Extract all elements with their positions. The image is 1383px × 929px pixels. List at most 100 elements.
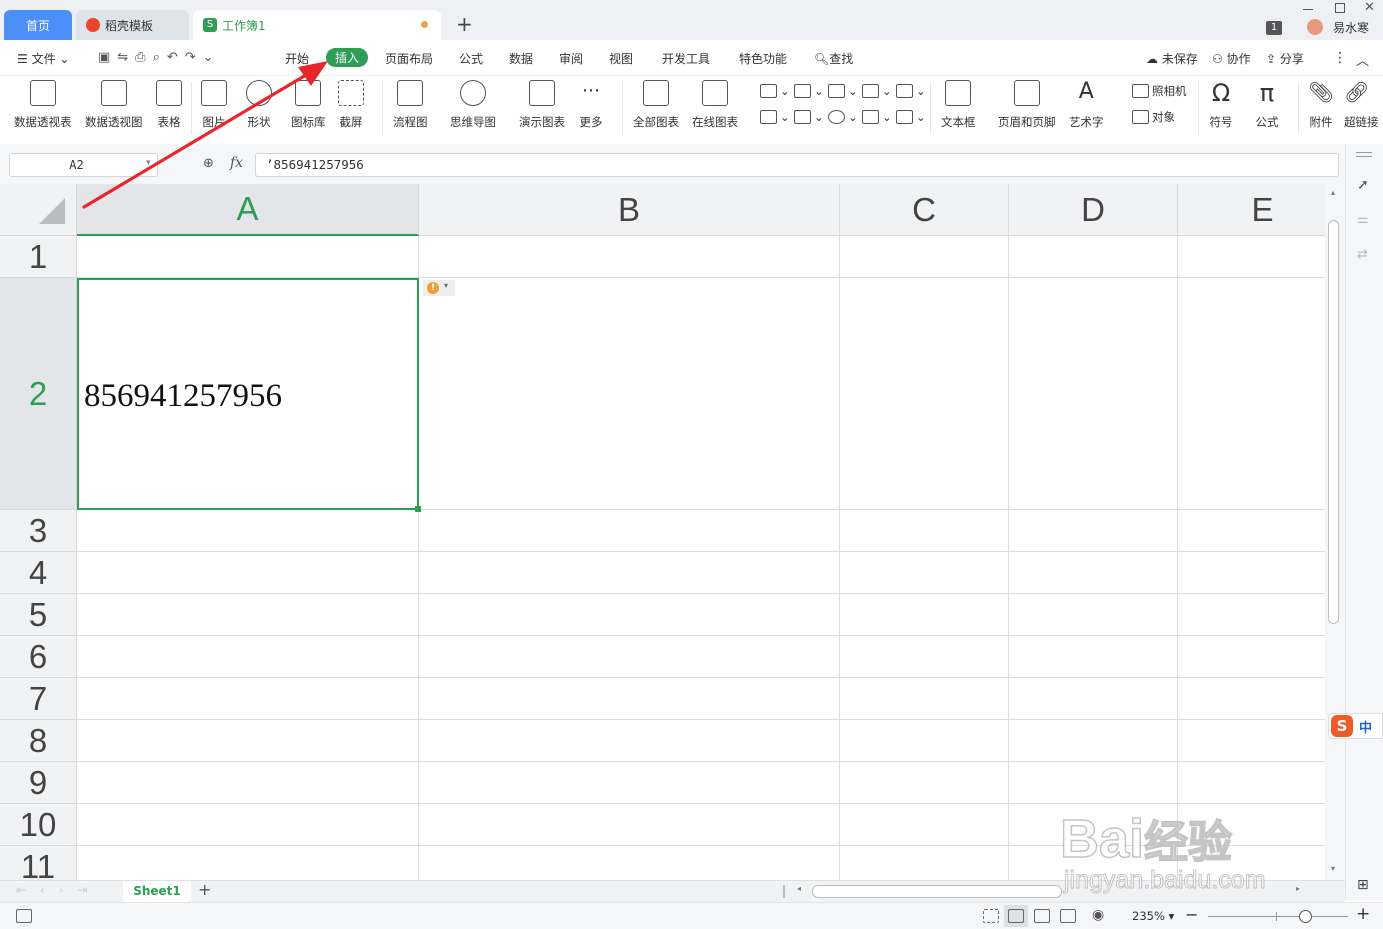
all-charts-button[interactable]: 全部图表: [633, 80, 679, 130]
stat-chart-dropdown[interactable]: ⌄: [794, 110, 824, 124]
select-cursor-icon[interactable]: ➚: [1357, 177, 1369, 193]
vertical-scroll-thumb[interactable]: [1328, 220, 1339, 624]
row-header-8[interactable]: 8: [0, 720, 77, 762]
transfer-icon[interactable]: ⇄: [1357, 247, 1368, 262]
flowchart-button[interactable]: 流程图: [393, 80, 428, 130]
scroll-up-icon[interactable]: ▴: [1331, 188, 1335, 197]
tab-templates[interactable]: 稻壳模板: [76, 10, 189, 40]
formula-input[interactable]: ’856941257956: [255, 153, 1339, 177]
vertical-scrollbar[interactable]: ▴ ▾: [1325, 184, 1345, 880]
fx-button[interactable]: fx: [230, 155, 243, 171]
menu-page-layout[interactable]: 页面布局: [385, 50, 433, 67]
word-art-button[interactable]: A 艺术字: [1069, 80, 1104, 130]
sheet-tab-sheet1[interactable]: Sheet1: [123, 881, 191, 902]
select-all-corner[interactable]: [0, 184, 77, 236]
zoom-slider-track[interactable]: [1208, 916, 1348, 917]
column-header-b[interactable]: B: [419, 184, 840, 236]
macro-record-icon[interactable]: [16, 909, 32, 923]
tab-home[interactable]: 首页: [4, 10, 72, 40]
row-header-11[interactable]: 11: [0, 846, 77, 880]
combo-chart-dropdown[interactable]: ⌄: [896, 110, 926, 124]
camera-button[interactable]: 照相机: [1132, 83, 1187, 99]
table-button[interactable]: 表格: [156, 80, 182, 130]
cell-a2[interactable]: 856941257956: [77, 278, 419, 510]
minimize-icon[interactable]: [1303, 9, 1313, 10]
add-sheet-button[interactable]: +: [198, 880, 211, 899]
panel-collapse-icon[interactable]: [1356, 152, 1372, 153]
row-header-6[interactable]: 6: [0, 636, 77, 678]
menu-developer[interactable]: 开发工具: [662, 50, 710, 67]
scatter-chart-dropdown[interactable]: ⌄: [862, 110, 892, 124]
maximize-icon[interactable]: [1335, 3, 1345, 13]
error-check-button[interactable]: ! ▾: [423, 280, 455, 296]
scroll-right-icon[interactable]: ▸: [1296, 884, 1300, 893]
fullscreen-icon[interactable]: [983, 909, 999, 923]
zoom-level[interactable]: 235% ▾: [1132, 909, 1174, 923]
quick-access-toolbar[interactable]: ▣⇋⎙⌕↶↷⌄: [98, 50, 221, 65]
splitter-handle[interactable]: [783, 885, 785, 898]
apps-grid-icon[interactable]: ⊞: [1357, 877, 1369, 893]
page-break-view-icon[interactable]: [1034, 909, 1050, 923]
row-header-2[interactable]: 2: [0, 278, 77, 510]
more-options-icon[interactable]: ⋮: [1333, 50, 1347, 66]
name-box[interactable]: A2: [9, 153, 158, 177]
zoom-in-button[interactable]: +: [1356, 904, 1370, 924]
menu-start[interactable]: 开始: [285, 50, 309, 67]
header-footer-button[interactable]: 页眉和页脚: [998, 80, 1056, 130]
menu-formulas[interactable]: 公式: [459, 50, 483, 67]
sheet-nav-arrows[interactable]: ⇤‹›⇥: [16, 883, 102, 897]
user-name[interactable]: 易水寒: [1333, 19, 1369, 36]
row-header-3[interactable]: 3: [0, 510, 77, 552]
zoom-search-icon[interactable]: ⊕: [203, 156, 214, 171]
new-tab-button[interactable]: +: [456, 12, 473, 36]
row-header-7[interactable]: 7: [0, 678, 77, 720]
screenshot-button[interactable]: 截屏: [338, 80, 364, 130]
eye-protection-icon[interactable]: ◉: [1092, 907, 1104, 923]
ime-indicator[interactable]: S 中: [1328, 713, 1383, 739]
attachment-button[interactable]: 📎︎ 附件: [1308, 80, 1334, 130]
stock-chart-dropdown[interactable]: ⌄: [760, 110, 790, 124]
column-header-d[interactable]: D: [1009, 184, 1178, 236]
close-icon[interactable]: ✕: [1364, 0, 1375, 15]
pivot-table-button[interactable]: 数据透视表: [14, 80, 72, 130]
menu-insert[interactable]: 插入: [326, 48, 369, 67]
row-header-4[interactable]: 4: [0, 552, 77, 594]
window-count-badge[interactable]: 1: [1266, 21, 1282, 35]
collaborate-button[interactable]: ⚇ 协作: [1212, 50, 1251, 67]
text-box-button[interactable]: 文本框: [941, 80, 976, 130]
menu-special-features[interactable]: 特色功能: [739, 50, 787, 67]
menu-data[interactable]: 数据: [509, 50, 533, 67]
row-header-9[interactable]: 9: [0, 762, 77, 804]
formula-button[interactable]: π 公式: [1254, 80, 1280, 130]
spreadsheet-grid[interactable]: A B C D E 1 2 3 4 5 6 7 8 9 10 11 856941…: [0, 184, 1325, 880]
symbol-button[interactable]: Ω 符号: [1208, 80, 1234, 130]
avatar[interactable]: [1307, 19, 1323, 35]
mind-map-button[interactable]: 思维导图: [450, 80, 496, 130]
hyperlink-button[interactable]: 🔗︎ 超链接: [1344, 80, 1383, 130]
settings-sliders-icon[interactable]: ⚌: [1357, 212, 1369, 227]
menu-view[interactable]: 视图: [609, 50, 633, 67]
unsaved-button[interactable]: ☁ 未保存: [1146, 50, 1198, 67]
file-menu[interactable]: ☰ 文件 ⌄: [17, 50, 69, 67]
object-button[interactable]: 对象: [1132, 109, 1175, 125]
row-header-1[interactable]: 1: [0, 236, 77, 278]
icon-library-button[interactable]: 图标库: [291, 80, 326, 130]
radar-chart-dropdown[interactable]: ⌄: [862, 84, 892, 98]
line-chart-dropdown[interactable]: ⌄: [828, 84, 858, 98]
share-button[interactable]: ⇪ 分享: [1266, 50, 1304, 67]
column-header-a[interactable]: A: [77, 184, 419, 236]
name-box-dropdown-icon[interactable]: ▾: [146, 158, 151, 168]
shapes-button[interactable]: 形状: [246, 80, 272, 130]
online-charts-button[interactable]: 在线图表: [692, 80, 738, 130]
area-chart-dropdown[interactable]: ⌄: [896, 84, 926, 98]
demo-chart-button[interactable]: 演示图表: [519, 80, 565, 130]
page-layout-view-icon[interactable]: [1060, 909, 1076, 923]
fill-handle[interactable]: [415, 506, 421, 512]
row-header-10[interactable]: 10: [0, 804, 77, 846]
tab-workbook[interactable]: S 工作簿1: [193, 10, 441, 40]
column-header-c[interactable]: C: [840, 184, 1009, 236]
more-button[interactable]: ⋯ 更多: [578, 80, 604, 130]
scroll-down-icon[interactable]: ▾: [1331, 864, 1335, 873]
zoom-slider-thumb[interactable]: [1299, 910, 1312, 923]
column-chart-dropdown[interactable]: ⌄: [760, 84, 790, 98]
